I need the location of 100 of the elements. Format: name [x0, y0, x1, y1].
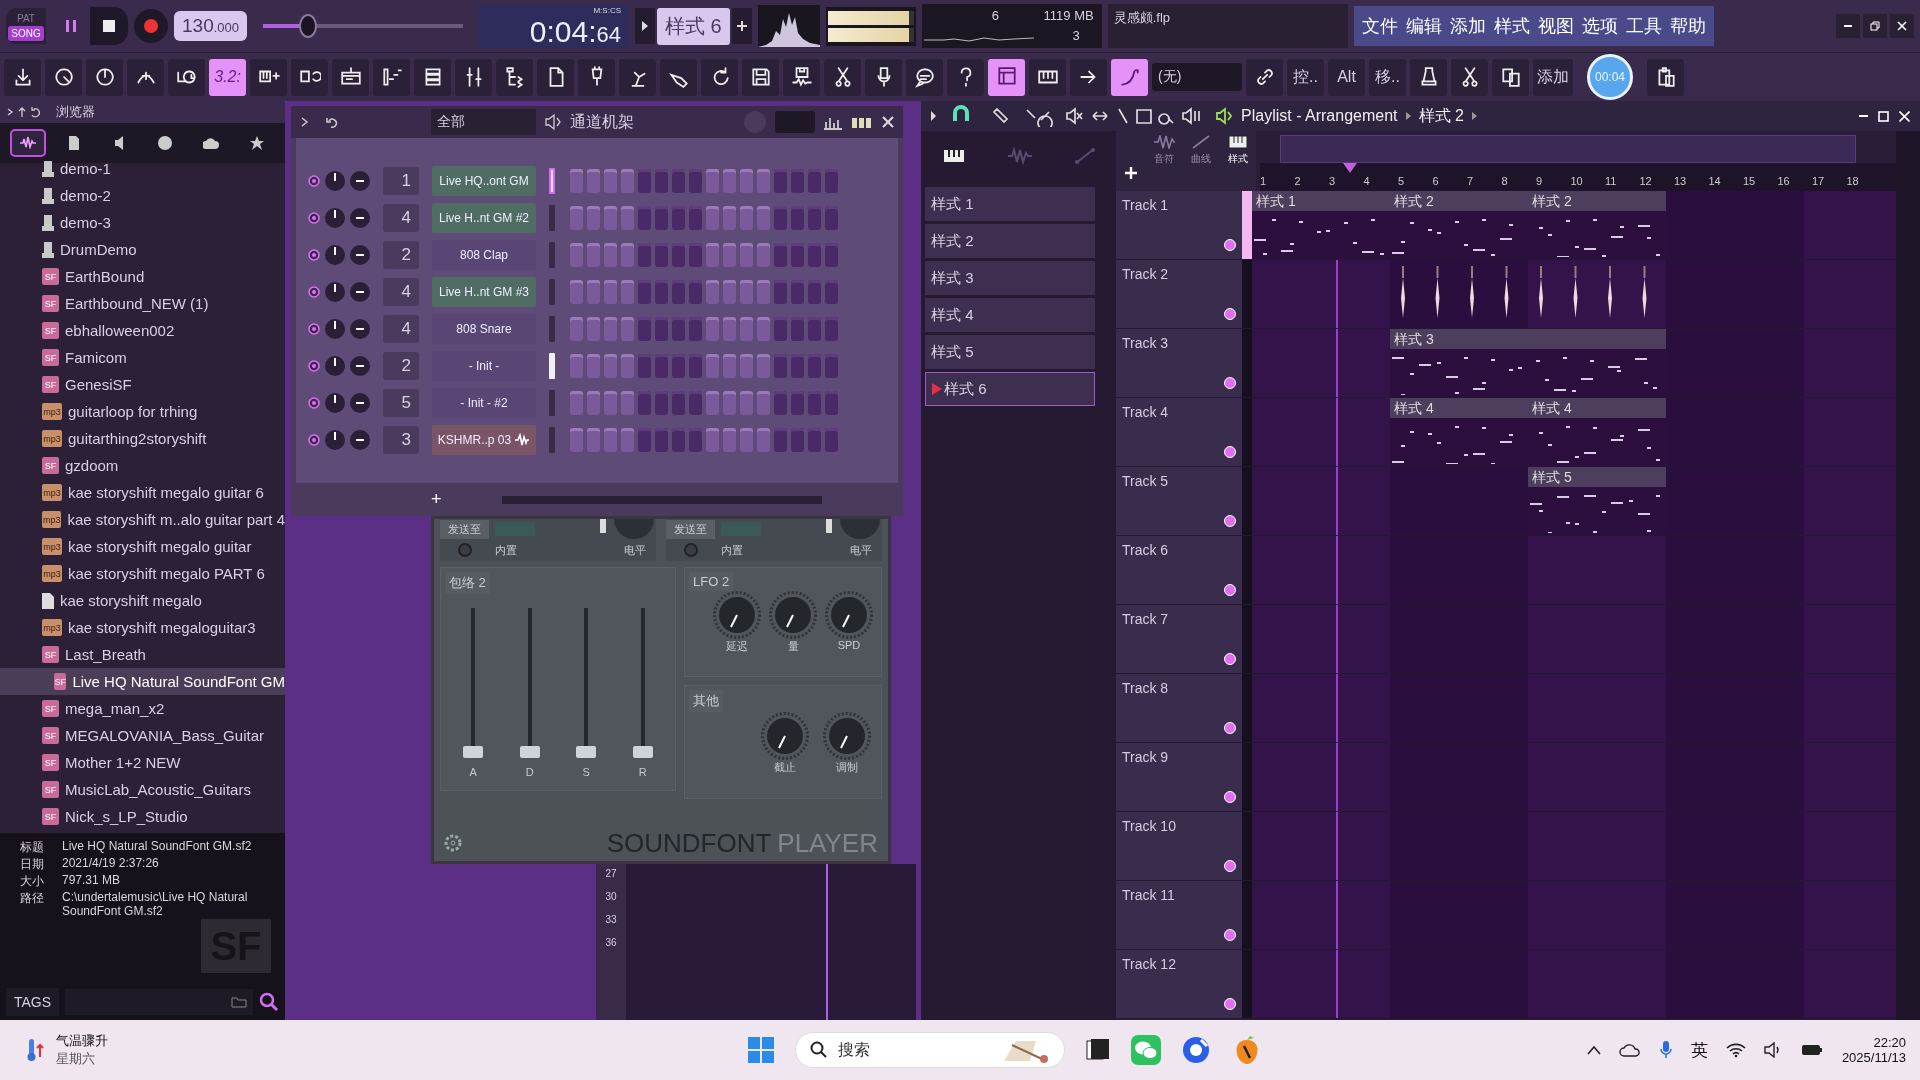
browser-item[interactable]: mp3 kae storyshift megaloguitar3 — [0, 614, 285, 641]
current-pattern[interactable]: 样式 2 — [1418, 105, 1464, 127]
browser-item[interactable]: SF Mother 1+2 NEW — [0, 749, 285, 776]
snap-dropdown[interactable]: (无) — [1152, 63, 1242, 91]
track-header[interactable]: Track 8 — [1116, 674, 1242, 742]
track-header[interactable]: Track 11 — [1116, 881, 1242, 949]
input-method-indicator[interactable]: 英 — [1690, 1038, 1708, 1062]
mixer-track-number[interactable]: 4 — [383, 204, 419, 232]
browser-item[interactable]: SF gzdoom — [0, 452, 285, 479]
toolbar-button[interactable]: 移.. — [1369, 58, 1406, 96]
browser-item[interactable]: DrumDemo — [0, 236, 285, 263]
channel-button[interactable]: Live H..nt GM #2 — [432, 203, 536, 233]
menu-item[interactable]: 工具 — [1621, 12, 1666, 40]
pattern-item[interactable]: 样式 5 — [925, 335, 1095, 369]
track-header[interactable]: Track 2 — [1116, 260, 1242, 328]
browser-item[interactable]: SF Nick_s_LP_Studio — [0, 803, 285, 830]
mixer-track-number[interactable]: 4 — [383, 315, 419, 343]
browser-item[interactable]: kae storyshift megalo — [0, 587, 285, 614]
browser-item[interactable]: SF MEGALOVANIA_Bass_Guitar — [0, 722, 285, 749]
pattern-item[interactable]: 样式 2 — [925, 224, 1095, 258]
pattern-item[interactable]: 样式 3 — [925, 261, 1095, 295]
channel-button[interactable]: 808 Snare — [432, 314, 536, 344]
browser-item[interactable]: demo-1 — [0, 155, 285, 182]
bar-number: 17 — [1812, 175, 1826, 187]
browser-item[interactable]: SF Last_Breath — [0, 641, 285, 668]
channel-button[interactable]: - Init - #2 — [432, 388, 536, 418]
pattern-item[interactable]: 样式 1 — [925, 187, 1095, 221]
track-header[interactable]: Track 9 — [1116, 743, 1242, 811]
search-field[interactable]: 搜索 — [795, 1032, 1066, 1068]
pattern-item[interactable]: 样式 6 — [925, 372, 1095, 406]
track-header[interactable]: Track 1 — [1116, 191, 1242, 259]
tool-tab[interactable]: 曲线 — [1191, 152, 1211, 166]
toolbar-button[interactable]: 添加 — [1533, 58, 1573, 96]
song-mode-button[interactable]: SONG — [8, 26, 44, 41]
pattern-clip[interactable]: 样式 4 — [1528, 398, 1666, 466]
browser-item[interactable]: SF MusicLab_Acoustic_Guitars — [0, 776, 285, 803]
pattern-item[interactable]: 样式 4 — [925, 298, 1095, 332]
track-header[interactable]: Track 7 — [1116, 605, 1242, 673]
browser-item[interactable]: mp3 kae storyshift megalo PART 6 — [0, 560, 285, 587]
browser-item[interactable]: demo-3 — [0, 209, 285, 236]
channel-button[interactable]: 808 Clap — [432, 240, 536, 270]
toolbar-button[interactable]: 3.2: — [209, 58, 246, 96]
browser-item[interactable]: mp3 guitarthing2storyshift — [0, 425, 285, 452]
channel-button[interactable]: KSHMR..p 03 — [432, 425, 536, 455]
tempo-field[interactable]: 130.000 — [174, 11, 247, 41]
clock-date[interactable]: 2025/11/13 — [1841, 1050, 1906, 1065]
mixer-track-number[interactable]: 5 — [383, 389, 419, 417]
pattern-clip[interactable]: 样式 1 — [1252, 191, 1390, 259]
menu-item[interactable]: 文件 — [1357, 12, 1402, 40]
track-header[interactable]: Track 6 — [1116, 536, 1242, 604]
mixer-track-number[interactable]: 3 — [383, 426, 419, 454]
channel-button[interactable]: - Init - — [432, 351, 536, 381]
pattern-clip[interactable]: 样式 4 — [1390, 398, 1528, 466]
pattern-clip[interactable]: 样式 2 — [1528, 191, 1666, 259]
cpu-reading: 6 — [991, 8, 999, 23]
menu-item[interactable]: 选项 — [1577, 12, 1622, 40]
pattern-clip[interactable]: 样式 2 — [1390, 191, 1528, 259]
browser-item[interactable]: mp3 guitarloop for trhing — [0, 398, 285, 425]
track-header[interactable]: Track 4 — [1116, 398, 1242, 466]
pattern-clip[interactable]: 样式 3 — [1390, 329, 1666, 397]
toolbar-button[interactable]: Alt — [1328, 58, 1365, 96]
browser-title: 浏览器 — [56, 103, 95, 121]
track-header[interactable]: Track 12 — [1116, 950, 1242, 1018]
clock-time[interactable]: 22:20 — [1873, 1035, 1906, 1050]
send-label: 发送至 — [440, 519, 489, 539]
browser-item[interactable]: SF mega_man_x2 — [0, 695, 285, 722]
tags-button[interactable]: TAGS — [6, 988, 60, 1016]
track-header[interactable]: Track 10 — [1116, 812, 1242, 880]
toolbar-button[interactable]: 控.. — [1287, 58, 1324, 96]
browser-item[interactable]: mp3 kae storyshift megalo guitar 6 — [0, 479, 285, 506]
pat-mode-button[interactable]: PAT — [8, 11, 44, 26]
mixer-track-number[interactable]: 4 — [383, 278, 419, 306]
pattern-selector[interactable]: 样式 6 — [657, 7, 730, 45]
browser-item[interactable]: SF EarthBound — [0, 263, 285, 290]
add-channel-button[interactable]: + — [431, 489, 442, 510]
browser-item[interactable]: demo-2 — [0, 182, 285, 209]
menu-item[interactable]: 编辑 — [1401, 12, 1446, 40]
browser-item[interactable]: mp3 kae storyshift m..alo guitar part 4 — [0, 506, 285, 533]
mixer-track-number[interactable]: 1 — [383, 167, 419, 195]
track-header[interactable]: Track 3 — [1116, 329, 1242, 397]
browser-item[interactable]: mp3 kae storyshift megalo guitar — [0, 533, 285, 560]
pattern-clip[interactable]: 样式 5 — [1528, 467, 1666, 535]
browser-item[interactable]: SF Famicom — [0, 344, 285, 371]
track-header[interactable]: Track 5 — [1116, 467, 1242, 535]
browser-item[interactable]: SF Earthbound_NEW (1) — [0, 290, 285, 317]
mixer-track-number[interactable]: 2 — [383, 352, 419, 380]
menu-item[interactable]: 视图 — [1533, 12, 1578, 40]
channel-button[interactable]: Live H..nt GM #3 — [432, 277, 536, 307]
channel-filter-dropdown[interactable]: 全部 — [431, 109, 536, 135]
mode-switch[interactable]: PAT SONG — [6, 8, 46, 44]
tool-tab[interactable]: 音符 — [1154, 152, 1175, 166]
browser-item[interactable]: SF Live HQ Natural SoundFont GM — [0, 668, 285, 695]
channel-button[interactable]: Live HQ..ont GM — [432, 166, 536, 196]
browser-item[interactable]: SF ebhalloween002 — [0, 317, 285, 344]
tool-tab[interactable]: 样式 — [1227, 152, 1248, 166]
menu-item[interactable]: 添加 — [1445, 12, 1490, 40]
browser-item[interactable]: SF GenesiSF — [0, 371, 285, 398]
menu-item[interactable]: 帮助 — [1665, 12, 1710, 40]
mixer-track-number[interactable]: 2 — [383, 241, 419, 269]
menu-item[interactable]: 样式 — [1489, 12, 1534, 40]
